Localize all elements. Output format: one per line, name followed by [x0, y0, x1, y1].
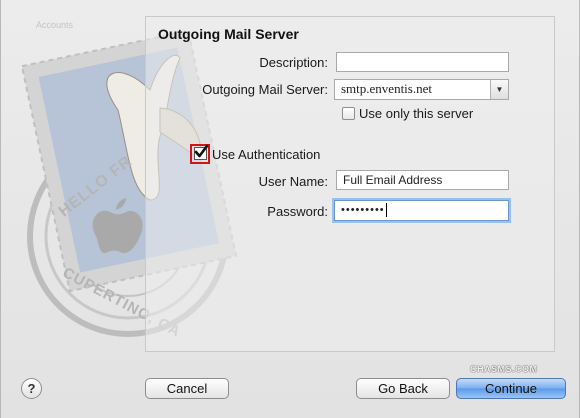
password-field[interactable]: •••••••••	[334, 200, 509, 221]
description-field[interactable]	[336, 52, 509, 72]
panel-title: Outgoing Mail Server	[158, 26, 299, 42]
password-label: Password:	[267, 204, 328, 219]
use-only-server-label: Use only this server	[359, 106, 474, 121]
checkmark-icon	[194, 144, 209, 158]
outgoing-server-combobox[interactable]: smtp.enventis.net ▼	[334, 79, 509, 100]
password-value: •••••••••	[341, 204, 385, 216]
username-field[interactable]: Full Email Address	[336, 170, 509, 190]
watermark: CHASMS.COM	[470, 364, 538, 374]
help-button[interactable]: ?	[21, 378, 42, 399]
use-authentication-label: Use Authentication	[212, 147, 321, 162]
chevron-down-icon[interactable]: ▼	[490, 80, 508, 99]
text-cursor	[385, 203, 387, 218]
cancel-button[interactable]: Cancel	[145, 378, 229, 399]
continue-button[interactable]: Continue	[456, 378, 566, 399]
description-label: Description:	[259, 55, 328, 70]
go-back-button[interactable]: Go Back	[356, 378, 450, 399]
outgoing-server-value: smtp.enventis.net	[341, 81, 432, 96]
use-only-server-checkbox[interactable]	[342, 107, 355, 120]
outgoing-server-label: Outgoing Mail Server:	[202, 82, 328, 97]
username-label: User Name:	[258, 174, 328, 189]
